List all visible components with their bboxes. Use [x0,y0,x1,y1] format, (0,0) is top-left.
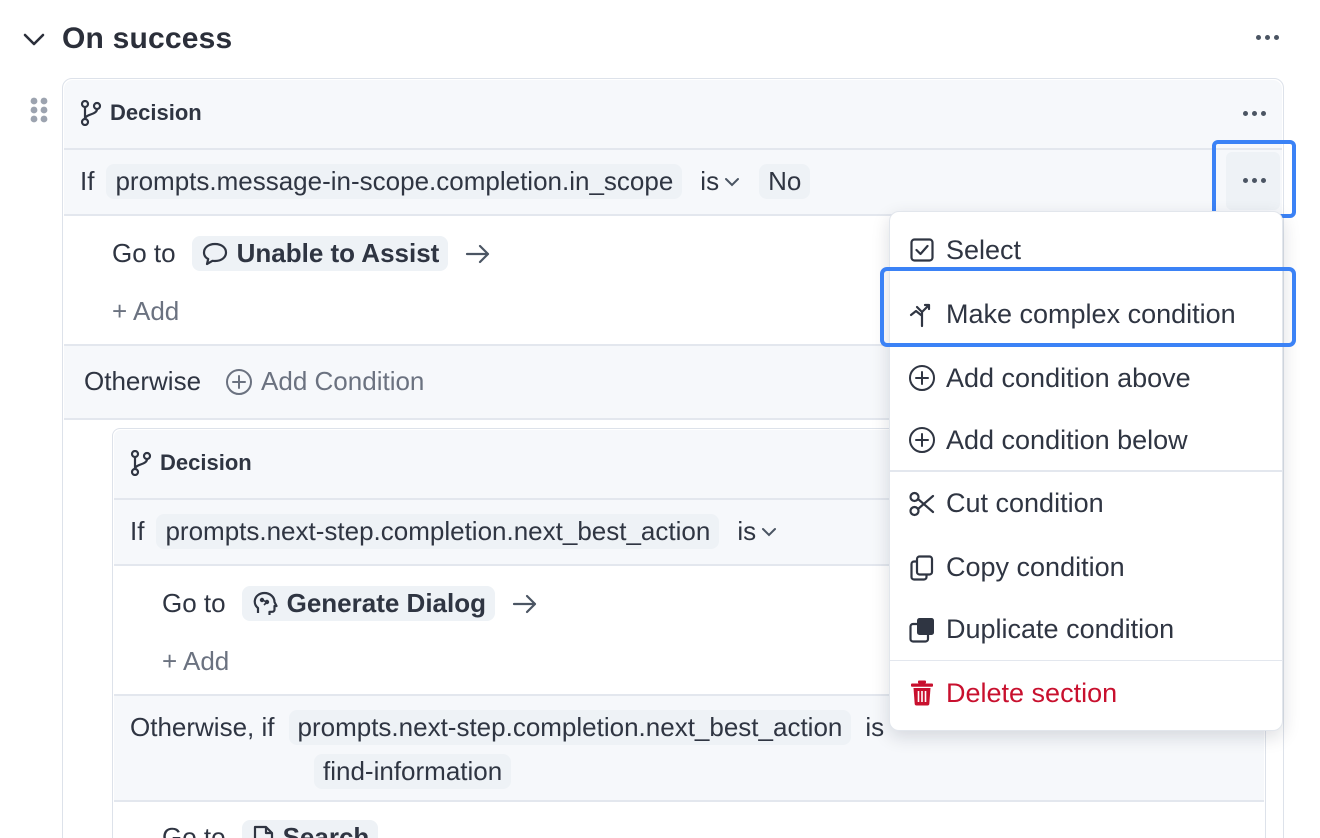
otherwise-if-row-content: Otherwise, if prompts.next-step.completi… [130,710,884,745]
highlight-make-complex-condition [880,267,1296,347]
otherwise-if-operator-label: is [865,712,885,742]
duplicate-icon [908,616,936,644]
nested-goto-row: Go to Generate Dialog [162,586,539,621]
decision-label: Decision [110,100,202,125]
collapse-chevron-icon[interactable] [20,26,48,54]
if-row-content: If prompts.message-in-scope.completion.i… [80,164,811,199]
decision-title: Decision [80,100,202,126]
nested-goto-target-chip[interactable]: Generate Dialog [241,586,495,621]
nested-if-row-content: If prompts.next-step.completion.next_bes… [130,514,778,549]
speech-bubble-icon [201,241,229,267]
goto-target-label: Unable to Assist [236,238,440,268]
nested-operator-select[interactable]: is [737,516,778,547]
otherwise-if-goto-label: Go to [162,822,226,838]
otherwise-label: Otherwise [84,366,202,396]
nested-decision-label: Decision [160,450,252,475]
menu-item-label: Add condition below [946,424,1188,455]
add-condition-label: Add Condition [261,366,425,396]
branch-icon [80,100,102,126]
otherwise-if-operator-select[interactable]: is [865,712,884,743]
brain-head-icon [251,590,279,618]
scissors-icon [908,490,936,518]
otherwise-if-value[interactable]: find-information [314,754,512,789]
nested-goto-target-label: Generate Dialog [286,588,486,618]
otherwise-if-label: Otherwise, if [130,712,275,742]
menu-item-cut-condition[interactable]: Cut condition [890,472,1282,536]
goto-target-chip[interactable]: Unable to Assist [191,236,449,271]
plus-circle-icon [225,368,253,396]
add-action-button[interactable]: + Add [112,296,179,327]
checkbox-icon [908,236,936,264]
nested-goto-label: Go to [162,588,226,618]
otherwise-if-goto-row: Go to Search [162,820,379,838]
operator-select[interactable]: is [700,166,741,197]
menu-item-duplicate-condition[interactable]: Duplicate condition [890,600,1282,660]
menu-item-add-condition-below[interactable]: Add condition below [890,410,1282,470]
section-more-button[interactable] [1256,35,1279,40]
nested-condition-variable[interactable]: prompts.next-step.completion.next_best_a… [156,514,720,549]
nested-if-label: If [130,516,145,546]
operator-label: is [700,166,720,196]
chevron-down-icon [723,173,741,191]
otherwise-if-goto-target-chip[interactable]: Search [241,820,379,838]
otherwise-if-condition-variable[interactable]: prompts.next-step.completion.next_best_a… [288,710,852,745]
drag-handle-icon[interactable] [29,97,49,123]
plus-circle-icon [908,426,936,454]
otherwise-row-content: Otherwise Add Condition [84,366,424,397]
plus-circle-icon [908,364,936,392]
menu-item-label: Cut condition [946,488,1104,518]
chevron-down-icon [760,523,778,541]
menu-item-label: Delete section [946,677,1118,708]
menu-item-delete-section[interactable]: Delete section [890,661,1282,725]
menu-item-label: Duplicate condition [946,614,1175,644]
menu-item-add-condition-above[interactable]: Add condition above [890,346,1282,410]
menu-item-label: Add condition above [946,362,1191,393]
nested-operator-label: is [737,516,757,546]
section-title: On success [62,22,233,55]
nested-add-action-button[interactable]: + Add [162,646,229,677]
condition-value[interactable]: No [759,164,811,199]
row-more-dots-icon [1243,178,1266,183]
condition-variable[interactable]: prompts.message-in-scope.completion.in_s… [106,164,683,199]
goto-label: Go to [112,238,176,268]
arrow-right-icon[interactable] [511,592,539,616]
trash-icon [908,679,936,707]
add-condition-button[interactable]: Add Condition [225,366,424,397]
branch-icon [130,450,152,476]
decision-header [64,80,1282,148]
arrow-right-icon[interactable] [464,242,492,266]
menu-item-label: Select [946,234,1022,265]
decision-more-button[interactable] [1243,111,1266,116]
nested-decision-title: Decision [130,450,252,476]
copy-icon [908,554,936,582]
otherwise-if-goto-target-label: Search [282,822,370,838]
document-icon [251,824,275,838]
if-label: If [80,166,95,196]
menu-item-label: Copy condition [946,552,1125,582]
menu-item-copy-condition[interactable]: Copy condition [890,536,1282,600]
goto-row: Go to Unable to Assist [112,236,492,271]
